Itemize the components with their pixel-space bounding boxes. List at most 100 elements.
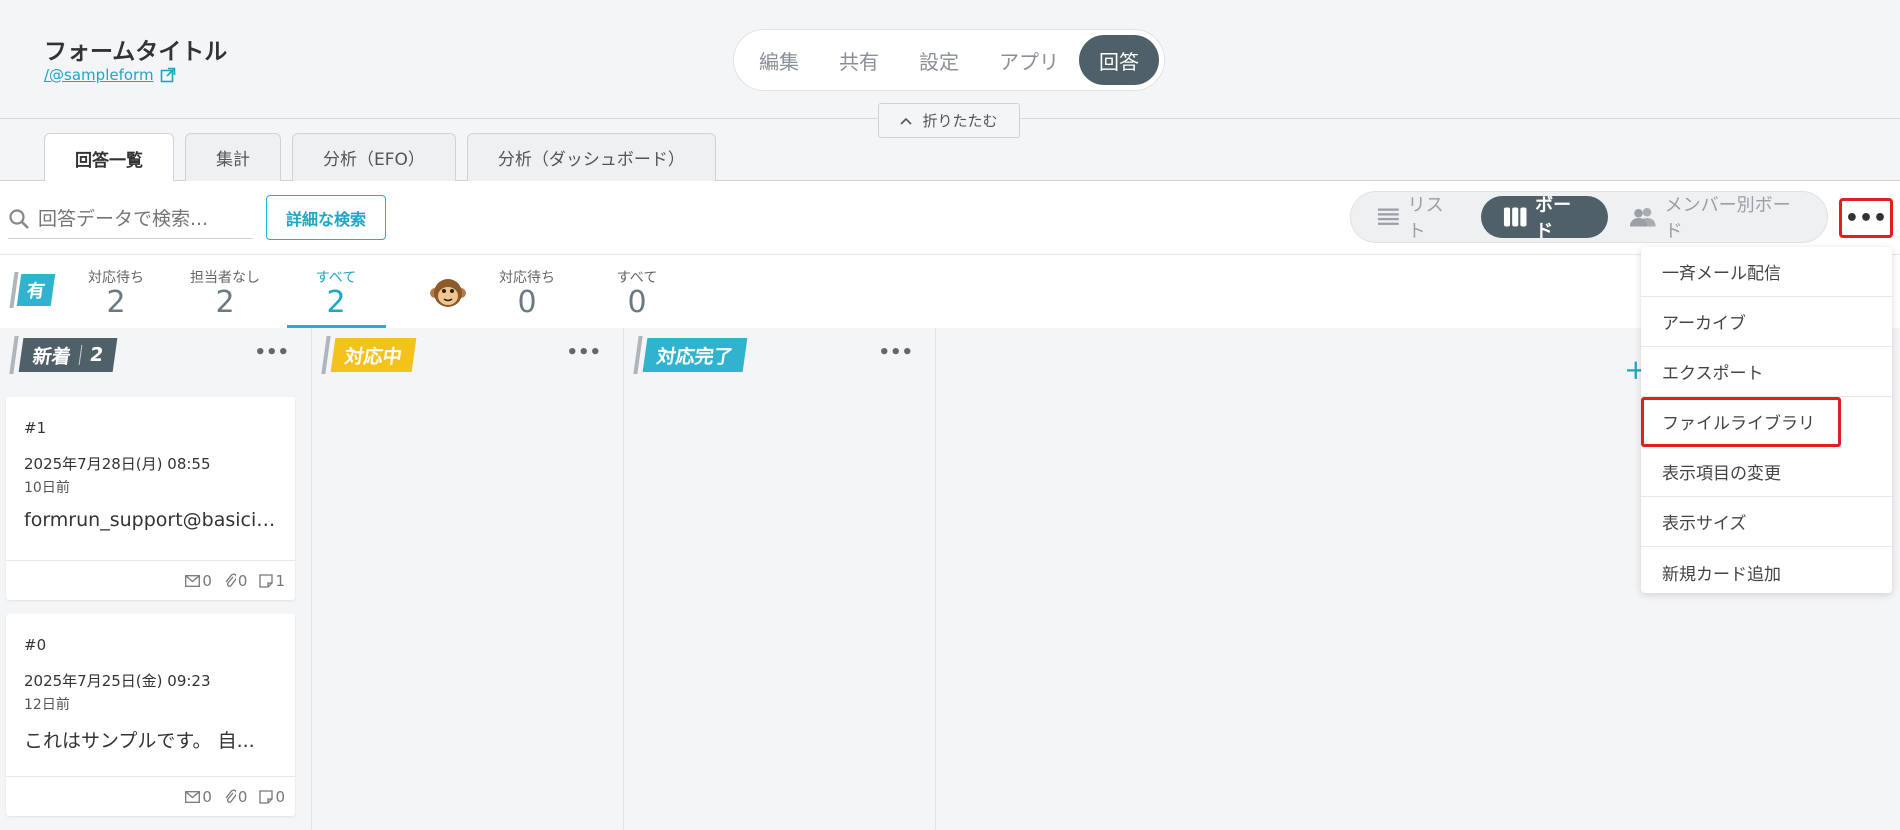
- menu-archive[interactable]: アーカイブ: [1641, 297, 1892, 347]
- kanban-board: 新着 2 ••• #1 2025年7月28日(月) 08:55 10日前 for…: [0, 328, 1900, 830]
- stat-label: 担当者なし: [190, 270, 260, 286]
- team-badge: 有: [9, 272, 56, 308]
- tab-efo[interactable]: 分析（EFO）: [292, 133, 456, 181]
- stat-member-all[interactable]: すべて 0: [615, 267, 659, 319]
- card-date: 2025年7月28日(月) 08:55: [24, 455, 211, 473]
- menu-file-library[interactable]: ファイルライブラリ: [1641, 397, 1841, 447]
- view-member-board[interactable]: メンバー別ボード: [1608, 195, 1823, 242]
- stat-value: 2: [106, 285, 126, 320]
- card-number: #1: [24, 419, 47, 437]
- external-link-icon[interactable]: [160, 67, 176, 83]
- card-mail-count: 0: [185, 572, 212, 590]
- members-icon: [1630, 208, 1656, 227]
- paperclip-icon: [225, 789, 236, 803]
- column-header: 対応完了: [633, 336, 748, 374]
- stat-team-waiting[interactable]: 対応待ち 2: [88, 267, 144, 319]
- card-relative-time: 12日前: [24, 697, 70, 713]
- card-footer: 0 0 0: [6, 776, 295, 816]
- stat-team-unassigned[interactable]: 担当者なし 2: [190, 267, 260, 319]
- tab-summary[interactable]: 集計: [185, 133, 281, 181]
- column-label: 対応完了: [642, 338, 748, 372]
- stat-value: 0: [627, 285, 647, 320]
- advanced-search-button[interactable]: 詳細な検索: [266, 195, 386, 240]
- card-footer: 0 0 1: [6, 560, 295, 600]
- card-preview: formrun_support@basicinc...: [24, 509, 284, 531]
- stat-label: すべて: [315, 270, 357, 286]
- view-board-label: ボード: [1535, 195, 1572, 242]
- card-attach-count: 0: [224, 787, 248, 806]
- card-date: 2025年7月25日(金) 09:23: [24, 672, 211, 690]
- stat-member-waiting[interactable]: 対応待ち 0: [499, 267, 555, 319]
- column-divider: [78, 345, 83, 365]
- view-member-board-label: メンバー別ボード: [1664, 195, 1791, 242]
- card-number: #0: [24, 636, 47, 654]
- view-board[interactable]: ボード: [1480, 195, 1609, 242]
- column-header: 新着 2: [9, 336, 118, 374]
- column-done: 対応完了 •••: [624, 328, 936, 830]
- response-card[interactable]: #1 2025年7月28日(月) 08:55 10日前 formrun_supp…: [6, 397, 295, 600]
- column-menu-button[interactable]: •••: [254, 342, 289, 363]
- column-label: 新着 2: [18, 338, 118, 372]
- tab-dashboard[interactable]: 分析（ダッシュボード）: [466, 133, 716, 181]
- search-icon: [9, 208, 29, 229]
- board-icon: [1503, 207, 1527, 227]
- tab-bar: 回答一覧 集計 分析（EFO） 分析（ダッシュボード）: [44, 133, 716, 182]
- stats-bar: 有 対応待ち 2 担当者なし 2 すべて 2 対応待ち 0 すべて 0: [0, 255, 1900, 328]
- monkey-avatar-icon[interactable]: [430, 275, 466, 311]
- card-memo-count: 1: [259, 572, 285, 590]
- nav-responses[interactable]: 回答: [1079, 35, 1159, 85]
- list-icon: [1377, 208, 1399, 225]
- team-badge-label: 有: [16, 274, 56, 306]
- nav-apps[interactable]: アプリ: [979, 35, 1079, 85]
- column-menu-button[interactable]: •••: [878, 342, 913, 363]
- stat-team-all[interactable]: すべて 2: [310, 267, 362, 319]
- stat-value: 0: [517, 285, 537, 320]
- top-nav: 編集 共有 設定 アプリ 回答: [733, 29, 1165, 91]
- column-label: 対応中: [330, 338, 417, 372]
- stat-label: 対応待ち: [499, 270, 555, 286]
- stat-label: すべて: [616, 270, 658, 286]
- paperclip-icon: [225, 573, 236, 587]
- attach-count: 0: [237, 787, 248, 806]
- memo-icon: [259, 573, 274, 588]
- column-in-progress: 対応中 •••: [312, 328, 624, 830]
- column-menu-button[interactable]: •••: [566, 342, 601, 363]
- card-attach-count: 0: [224, 572, 247, 590]
- menu-change-display-items[interactable]: 表示項目の変更: [1641, 447, 1892, 497]
- memo-count: 1: [275, 571, 285, 590]
- column-header-bar: [633, 336, 643, 374]
- menu-display-size[interactable]: 表示サイズ: [1641, 497, 1892, 547]
- mail-icon: [185, 574, 201, 587]
- nav-edit[interactable]: 編集: [739, 35, 819, 85]
- column-header: 対応中: [321, 336, 417, 374]
- card-mail-count: 0: [185, 788, 212, 806]
- menu-bulk-mail[interactable]: 一斉メール配信: [1641, 247, 1892, 297]
- form-link[interactable]: /@sampleform: [44, 66, 176, 84]
- view-list-label: リスト: [1407, 195, 1444, 242]
- more-options-menu: 一斉メール配信 アーカイブ エクスポート ファイルライブラリ 表示項目の変更 表…: [1641, 247, 1892, 593]
- stat-value: 2: [326, 285, 346, 320]
- column-title: 新着: [31, 345, 73, 368]
- form-title: フォームタイトル: [44, 39, 228, 65]
- nav-settings[interactable]: 設定: [899, 35, 979, 85]
- column-header-bar: [321, 336, 331, 374]
- tab-response-list[interactable]: 回答一覧: [44, 133, 174, 182]
- menu-add-card[interactable]: 新規カード追加: [1641, 547, 1892, 597]
- more-options-button[interactable]: •••: [1839, 198, 1893, 238]
- stat-label: 対応待ち: [88, 270, 144, 286]
- response-card[interactable]: #0 2025年7月25日(金) 09:23 12日前 これはサンプルです。 自…: [6, 614, 295, 816]
- mail-count: 0: [202, 571, 212, 590]
- card-preview: これはサンプルです。 自...: [24, 730, 255, 752]
- nav-share[interactable]: 共有: [819, 35, 899, 85]
- column-new: 新着 2 ••• #1 2025年7月28日(月) 08:55 10日前 for…: [0, 328, 312, 830]
- card-relative-time: 10日前: [24, 480, 70, 496]
- form-link-text[interactable]: /@sampleform: [44, 66, 154, 84]
- chevron-up-icon: [900, 117, 913, 125]
- collapse-button[interactable]: 折りたたむ: [878, 103, 1020, 138]
- view-list[interactable]: リスト: [1355, 195, 1481, 242]
- view-switch: リスト ボード メンバー別ボード: [1350, 191, 1828, 243]
- app-header: フォームタイトル /@sampleform 編集 共有 設定 アプリ 回答: [0, 0, 1900, 119]
- menu-export[interactable]: エクスポート: [1641, 347, 1892, 397]
- memo-count: 0: [275, 787, 285, 806]
- search-input[interactable]: [38, 207, 238, 230]
